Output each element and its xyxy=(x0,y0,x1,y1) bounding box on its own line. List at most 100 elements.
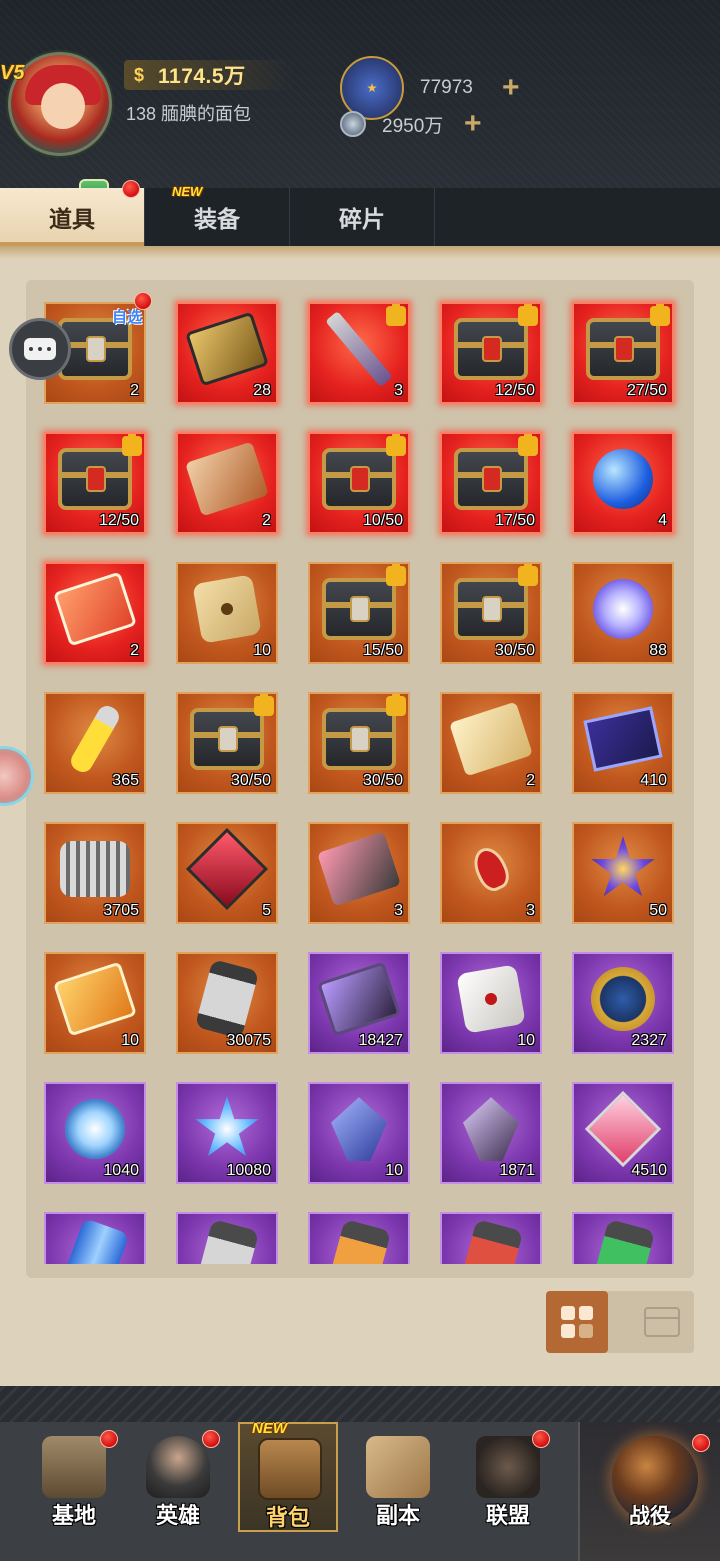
item-count: 27/50 xyxy=(626,382,667,399)
puzzle-fragment-icon xyxy=(650,304,670,326)
puzzle-fragment-icon xyxy=(254,694,274,716)
puzzle-fragment-icon xyxy=(518,304,538,326)
inventory-item[interactable]: 30075 xyxy=(176,952,278,1054)
inventory-item[interactable]: 1040 xyxy=(44,1082,146,1184)
inventory-item[interactable]: 1871 xyxy=(440,1082,542,1184)
tab-equipment[interactable]: 装备 xyxy=(145,188,290,246)
inventory-item[interactable] xyxy=(308,1212,410,1264)
item-count: 3 xyxy=(394,382,403,399)
inventory-item[interactable]: 3 xyxy=(308,822,410,924)
item-count: 2 xyxy=(130,642,139,659)
add-medal-button[interactable]: + xyxy=(502,73,520,103)
chest-icon xyxy=(322,708,396,771)
tab-fragments[interactable]: 碎片 xyxy=(290,188,435,246)
nav-hero[interactable]: 英雄 xyxy=(128,1422,228,1532)
inventory-item[interactable]: 3705 xyxy=(44,822,146,924)
item-count: 17/50 xyxy=(494,512,535,529)
inventory-item[interactable]: 365 xyxy=(44,692,146,794)
item-count: 5 xyxy=(262,902,271,919)
resource-value: 2950万 xyxy=(382,115,444,137)
book-icon xyxy=(583,706,663,772)
nav-campaign[interactable]: 战役 xyxy=(578,1422,720,1561)
puzzle-fragment-icon xyxy=(386,434,406,456)
inventory-item[interactable]: 50 xyxy=(572,822,674,924)
chest-view-button[interactable] xyxy=(644,1307,680,1337)
nav-dungeon[interactable]: 副本 xyxy=(348,1422,448,1532)
inventory-item[interactable]: 15/50 xyxy=(308,562,410,664)
item-count: 1871 xyxy=(499,1162,535,1179)
inventory-item[interactable]: 10 xyxy=(44,952,146,1054)
category-tabs: 道具 装备 碎片 NEW xyxy=(0,180,720,246)
inventory-item[interactable]: 10 xyxy=(176,562,278,664)
flower-crystal-icon xyxy=(590,836,656,902)
item-count: 1040 xyxy=(103,1162,139,1179)
hero-icon xyxy=(146,1436,210,1498)
ticket-gold-icon xyxy=(449,701,533,777)
nav-label: 战役 xyxy=(629,1505,671,1528)
inventory-item[interactable]: 10 xyxy=(308,1082,410,1184)
inventory-item[interactable]: 30/50 xyxy=(176,692,278,794)
inventory-item[interactable]: 2 xyxy=(44,562,146,664)
chest-red-icon xyxy=(454,448,528,511)
tab-equipment-new-tag: NEW xyxy=(172,184,203,199)
inventory-item[interactable]: 28 xyxy=(176,302,278,404)
card-gold-icon xyxy=(185,311,269,387)
chip-purple-icon xyxy=(317,961,401,1037)
item-count: 3705 xyxy=(103,902,139,919)
inventory-item[interactable]: 18427 xyxy=(308,952,410,1054)
resource-value: 77973 xyxy=(420,77,473,98)
nav-label: 副本 xyxy=(375,1503,420,1528)
resource-medal: 77973 + xyxy=(340,56,520,120)
crystal-dark-icon xyxy=(463,1097,519,1162)
inventory-item[interactable] xyxy=(440,1212,542,1264)
power-value: 1174.5万 xyxy=(158,65,246,88)
inventory-item[interactable]: 10 xyxy=(440,952,542,1054)
inventory-item[interactable]: 4 xyxy=(572,432,674,534)
vip-badge: V5 xyxy=(79,179,109,188)
inventory-item[interactable]: 10/50 xyxy=(308,432,410,534)
inventory-item[interactable]: 12/50 xyxy=(44,432,146,534)
inventory-item[interactable]: 10080 xyxy=(176,1082,278,1184)
chest-red-icon xyxy=(322,448,396,511)
inventory-item[interactable]: 2 xyxy=(440,692,542,794)
inventory-item[interactable]: 3 xyxy=(440,822,542,924)
inventory-item[interactable]: 30/50 xyxy=(308,692,410,794)
inventory-item[interactable]: 17/50 xyxy=(440,432,542,534)
tab-label: 道具 xyxy=(49,206,95,232)
tab-items[interactable]: 道具 xyxy=(0,188,145,246)
cube-red-icon xyxy=(185,828,269,911)
item-count: 2 xyxy=(262,512,271,529)
inventory-item[interactable] xyxy=(572,1212,674,1264)
nav-base[interactable]: 基地 xyxy=(24,1422,124,1532)
nav-red-dot xyxy=(692,1434,710,1452)
nav-label: 英雄 xyxy=(155,1503,200,1528)
canister-red-icon xyxy=(458,1219,524,1264)
puzzle-fragment-icon xyxy=(518,564,538,586)
avatar-face xyxy=(41,83,85,129)
inventory-item[interactable]: 30/50 xyxy=(440,562,542,664)
inventory-item[interactable] xyxy=(44,1212,146,1264)
chest-icon xyxy=(454,578,528,641)
chat-button[interactable] xyxy=(9,318,71,380)
inventory-item[interactable]: 5 xyxy=(176,822,278,924)
inventory-grid: 自选 2 28 3 12/50 27/50 12/50 2 10/50 17/50 4 2 10 15/5… xyxy=(26,290,694,1264)
chest-red-icon xyxy=(586,318,660,381)
inventory-item[interactable]: 4510 xyxy=(572,1082,674,1184)
grid-view-button[interactable] xyxy=(546,1291,608,1353)
nav-red-dot xyxy=(202,1430,220,1448)
vial-icon xyxy=(67,702,123,776)
nav-alliance[interactable]: 联盟 xyxy=(458,1422,558,1532)
inventory-item[interactable]: 88 xyxy=(572,562,674,664)
view-toggle xyxy=(546,1291,694,1353)
add-steel-button[interactable]: + xyxy=(464,109,482,139)
inventory-item[interactable]: 2 xyxy=(176,432,278,534)
inventory-item[interactable]: 27/50 xyxy=(572,302,674,404)
inventory-item[interactable]: 2327 xyxy=(572,952,674,1054)
inventory-item[interactable]: 12/50 xyxy=(440,302,542,404)
canister-orange-icon xyxy=(326,1219,392,1264)
inventory-item[interactable]: 3 xyxy=(308,302,410,404)
inventory-item[interactable] xyxy=(176,1212,278,1264)
item-count: 4 xyxy=(658,512,667,529)
nav-backpack[interactable]: 背包 NEW xyxy=(238,1420,338,1532)
inventory-item[interactable]: 410 xyxy=(572,692,674,794)
